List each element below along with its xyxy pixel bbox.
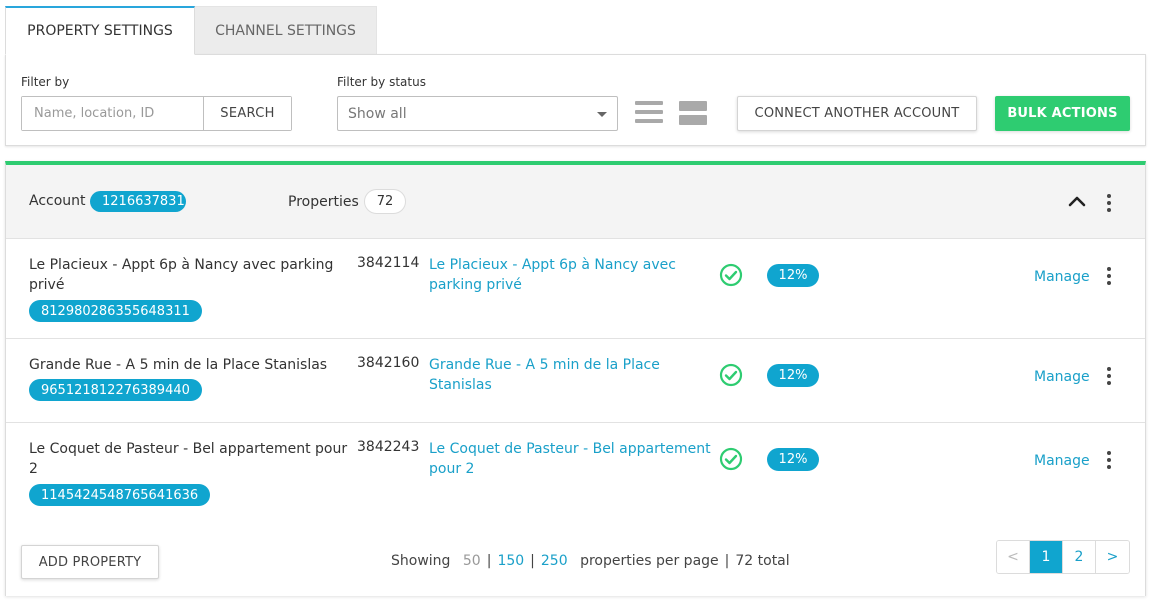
chevron-up-icon[interactable] — [1068, 192, 1086, 210]
property-link[interactable]: Le Coquet de Pasteur - Bel appartement p… — [429, 439, 714, 479]
showing-label: Showing — [391, 553, 451, 569]
tab-channel-settings[interactable]: CHANNEL SETTINGS — [195, 6, 377, 55]
row-more-icon[interactable] — [1107, 451, 1111, 469]
pagination: < 1 2 > — [996, 540, 1130, 574]
property-name: Le Placieux - Appt 6p à Nancy avec parki… — [29, 257, 334, 293]
check-circle-icon — [719, 263, 743, 287]
pagination-next[interactable]: > — [1096, 541, 1129, 573]
table-row: Le Placieux - Appt 6p à Nancy avec parki… — [6, 239, 1145, 339]
per-page-150[interactable]: 150 — [497, 553, 524, 569]
check-circle-icon — [719, 447, 743, 471]
table-row: Le Coquet de Pasteur - Bel appartement p… — [6, 423, 1145, 523]
row-more-icon[interactable] — [1107, 367, 1111, 385]
row-more-icon[interactable] — [1107, 267, 1111, 285]
percent-badge: 12% — [767, 364, 819, 387]
pagination-summary: Showing 50 | 150 | 250 properties per page | 7… — [391, 553, 790, 569]
add-property-button[interactable]: ADD PROPERTY — [21, 545, 159, 579]
per-page-50: 50 — [462, 553, 481, 569]
per-page-suffix: properties per page — [580, 553, 719, 569]
account-header: Account 1216637831 Properties 72 — [6, 165, 1145, 239]
status-select[interactable]: Show all — [337, 96, 618, 131]
search-input[interactable] — [22, 97, 204, 130]
account-panel: Account 1216637831 Properties 72 Le Plac… — [5, 161, 1146, 596]
pagination-page-2[interactable]: 2 — [1063, 541, 1096, 573]
percent-badge: 12% — [767, 264, 819, 287]
status-select-value: Show all — [348, 105, 407, 122]
list-view-icon[interactable] — [635, 101, 663, 125]
total-count: 72 total — [735, 553, 790, 569]
manage-link[interactable]: Manage — [1034, 453, 1090, 469]
search-button[interactable]: SEARCH — [204, 97, 291, 130]
properties-label: Properties — [288, 194, 359, 210]
listing-id-badge: 1145424548765641636 — [29, 484, 211, 506]
check-circle-icon — [719, 363, 743, 387]
manage-link[interactable]: Manage — [1034, 269, 1090, 285]
account-more-icon[interactable] — [1107, 194, 1111, 212]
property-id: 3842243 — [357, 439, 420, 455]
property-link[interactable]: Le Placieux - Appt 6p à Nancy avec parki… — [429, 255, 714, 295]
property-id: 3842114 — [357, 255, 420, 271]
search-group: SEARCH — [21, 96, 292, 131]
property-name: Grande Rue - A 5 min de la Place Stanisl… — [29, 357, 328, 373]
listing-id-badge: 965121812276389440 — [29, 379, 202, 401]
per-page-250[interactable]: 250 — [541, 553, 568, 569]
pagination-page-1[interactable]: 1 — [1030, 541, 1063, 573]
panel-footer: ADD PROPERTY Showing 50 | 150 | 250 properti… — [6, 521, 1145, 596]
property-id: 3842160 — [357, 355, 420, 371]
connect-account-button[interactable]: CONNECT ANOTHER ACCOUNT — [737, 96, 977, 131]
table-row: Grande Rue - A 5 min de la Place Stanisl… — [6, 339, 1145, 423]
property-link[interactable]: Grande Rue - A 5 min de la Place Stanisl… — [429, 355, 714, 395]
listing-id-badge: 812980286355648311 — [29, 300, 202, 322]
filter-panel: Filter by SEARCH Filter by status Show a… — [5, 54, 1146, 146]
grid-view-icon[interactable] — [679, 101, 707, 125]
account-id-badge: 1216637831 — [90, 191, 186, 212]
pagination-prev[interactable]: < — [997, 541, 1030, 573]
chevron-down-icon — [597, 112, 607, 117]
percent-badge: 12% — [767, 448, 819, 471]
properties-count-badge: 72 — [364, 189, 406, 214]
manage-link[interactable]: Manage — [1034, 369, 1090, 385]
tab-property-settings[interactable]: PROPERTY SETTINGS — [5, 6, 195, 55]
filter-by-label: Filter by — [21, 75, 70, 89]
property-name: Le Coquet de Pasteur - Bel appartement p… — [29, 441, 348, 477]
bulk-actions-button[interactable]: BULK ACTIONS — [995, 96, 1130, 131]
account-label: Account — [29, 193, 86, 209]
filter-status-label: Filter by status — [337, 75, 426, 89]
tab-bar: PROPERTY SETTINGS CHANNEL SETTINGS — [5, 6, 377, 55]
